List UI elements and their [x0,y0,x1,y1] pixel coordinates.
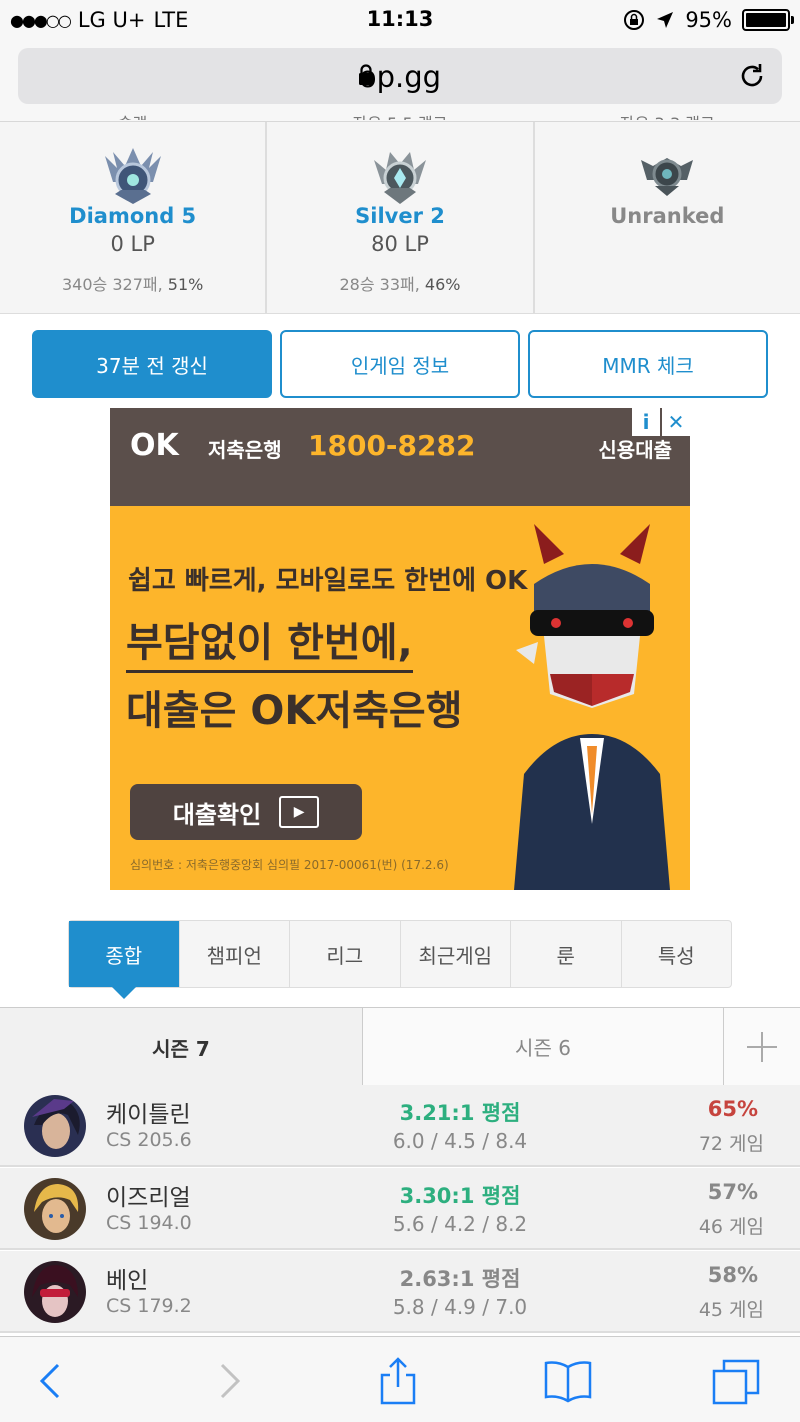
tab-masteries[interactable]: 특성 [622,921,732,987]
ad-fine-print: 심의번호 : 저축은행중앙회 심의필 2017-00061(번) (17.2.6… [130,858,449,872]
ad-phone: 1800-8282 [308,429,476,462]
ad-headline-2: 대출은 OK저축은행 [126,688,463,734]
location-icon [657,12,674,28]
rank-tier: Unranked [610,204,725,228]
champion-avatar [24,1261,86,1323]
tab-recent-games[interactable]: 최근게임 [401,921,511,987]
ad-brand-logo: OK [130,428,179,463]
champion-name: 케이틀린 [106,1102,191,1128]
mmr-check-button[interactable]: MMR 체크 [528,330,768,398]
rank-queue-label: 자유 5:5 랭크 [267,110,532,120]
rank-record: 340승 327패, 51% [0,271,265,295]
rank-ratio: 51% [167,275,204,294]
ad-credit-label: 신용대출 [598,438,672,462]
champion-avatar [24,1095,86,1157]
tabs-icon[interactable] [712,1357,760,1405]
season-tab-previous[interactable]: 시즌 6 [362,1008,724,1086]
champion-row[interactable]: 베인 CS 179.2 2.63:1 평점 5.8 / 4.9 / 7.0 58… [0,1251,800,1333]
unranked-emblem-icon [641,158,694,196]
status-bar: ●●●○○ LG U+ LTE 11:13 95% [0,0,800,40]
rank-record: 28승 33패, 46% [267,271,532,295]
champion-row[interactable]: 케이틀린 CS 205.6 3.21:1 평점 6.0 / 4.5 / 8.4 … [0,1085,800,1167]
tab-league[interactable]: 리그 [290,921,401,987]
champion-kda-detail: 6.0 / 4.5 / 8.4 [392,1129,528,1153]
ad-info-icon[interactable]: i [632,408,660,436]
rank-queue-label: 솔랭 [0,110,265,120]
ingame-info-button[interactable]: 인게임 정보 [280,330,520,398]
plus-icon [747,1031,777,1062]
refresh-button[interactable]: 37분 전 갱신 [32,330,272,398]
orientation-lock-icon [624,10,645,30]
ad-cta-label: 대출확인 [172,800,262,829]
rank-solo: 솔랭 Diamond 5 0 LP 340승 327패, 51% [0,114,268,313]
advertisement-banner[interactable]: OK 저축은행 1800-8282 신용대출 i ✕ 쉽고 빠르게, 모바일로도… [110,408,690,890]
rank-ratio: 46% [424,275,461,294]
rank-win-loss: 28승 33패, [339,275,420,294]
season-tab-current[interactable]: 시즌 7 [0,1008,362,1086]
browser-toolbar [0,1336,800,1422]
rank-lp: 80 LP [371,232,429,256]
rank-summary: 솔랭 Diamond 5 0 LP 340승 327패, 51% 자유 5:5 … [0,114,800,314]
champion-games: 46 게임 [698,1216,764,1238]
mascot-illustration [514,524,670,890]
champion-kda-detail: 5.8 / 4.9 / 7.0 [392,1295,528,1319]
add-season-button[interactable] [724,1008,800,1086]
rank-flex-3v3: 자유 3:3 랭크 Unranked [535,114,800,313]
season-tabs: 시즌 7 시즌 6 [0,1007,800,1086]
champion-winrate: 58% [707,1263,758,1287]
address-bar[interactable]: op.gg [18,48,782,104]
champion-kda-detail: 5.6 / 4.2 / 8.2 [392,1212,528,1236]
battery-percent: 95% [685,8,732,32]
ad-bank-name: 저축은행 [208,438,282,462]
champion-games: 72 게임 [698,1133,764,1155]
rank-flex-5v5: 자유 5:5 랭크 Silver 2 80 LP 28승 33패, 46% [267,114,535,313]
url-domain: op.gg [358,60,442,94]
diamond-emblem-icon [104,148,161,204]
ad-tagline: 쉽고 빠르게, 모바일로도 한번에 OK [128,566,528,596]
champion-row[interactable]: 이즈리얼 CS 194.0 3.30:1 평점 5.6 / 4.2 / 8.2 … [0,1168,800,1250]
share-icon[interactable] [374,1357,422,1405]
champion-winrate: 65% [707,1097,758,1121]
back-icon[interactable] [28,1357,76,1405]
action-buttons: 37분 전 갱신 인게임 정보 MMR 체크 [32,330,768,398]
champion-avatar [24,1178,86,1240]
champion-kda-ratio: 3.21:1 평점 [399,1101,521,1125]
champion-cs: CS 179.2 [106,1295,192,1317]
summoner-tabs: 종합 챔피언 리그 최근게임 룬 특성 [68,920,732,999]
ad-close-icon[interactable]: ✕ [662,408,690,436]
champion-games: 45 게임 [698,1299,764,1321]
bookmarks-icon[interactable] [544,1357,592,1405]
rank-win-loss: 340승 327패, [61,275,163,294]
ad-cta-button[interactable]: 대출확인 ▶ [130,784,362,840]
champion-name: 이즈리얼 [106,1185,191,1211]
reload-icon[interactable] [736,60,768,92]
rank-tier: Diamond 5 [69,204,197,228]
champion-kda-ratio: 3.30:1 평점 [399,1184,521,1208]
tab-champions[interactable]: 챔피언 [180,921,290,987]
battery-icon [742,9,794,31]
rank-tier: Silver 2 [355,204,445,228]
champion-cs: CS 205.6 [106,1129,192,1151]
champion-cs: CS 194.0 [106,1212,192,1234]
ad-headline-1: 부담없이 한번에, [126,610,413,673]
rank-lp: 0 LP [110,232,155,256]
champion-kda-ratio: 2.63:1 평점 [399,1267,521,1291]
champion-winrate: 57% [707,1180,758,1204]
rank-queue-label: 자유 3:3 랭크 [535,110,800,120]
champion-name: 베인 [106,1268,149,1294]
tab-runes[interactable]: 룬 [511,921,622,987]
play-icon: ▶ [279,796,320,828]
ad-controls: i ✕ [632,408,690,436]
silver-emblem-icon [373,152,426,204]
forward-icon[interactable] [204,1357,252,1405]
tab-overview[interactable]: 종합 [69,921,180,999]
